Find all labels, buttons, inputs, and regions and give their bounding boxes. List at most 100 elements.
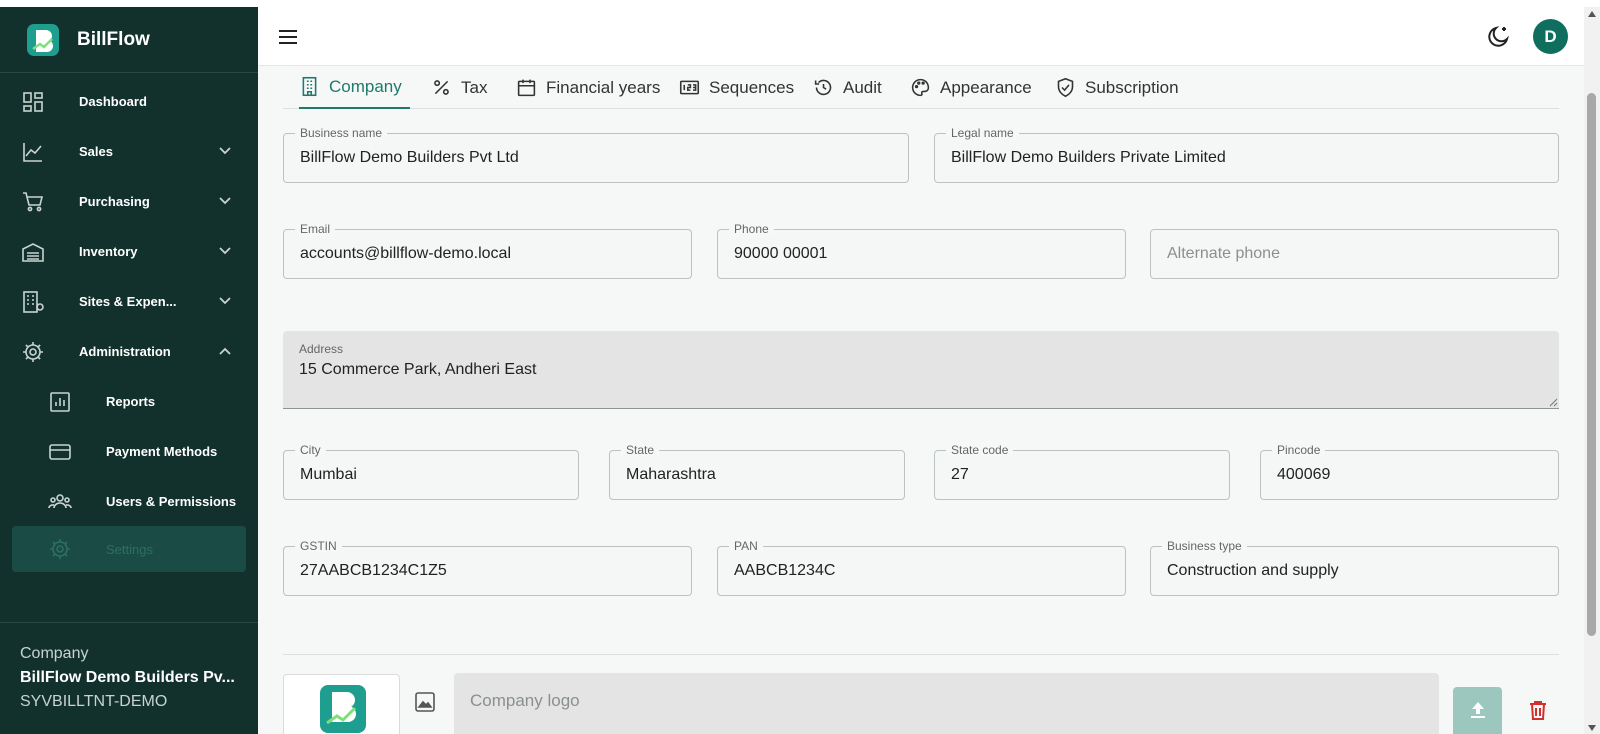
alternate-phone-input[interactable] [1167,230,1550,278]
legal-name-input[interactable] [951,134,1550,182]
sidebar: BillFlow Dashboard Sales Purchasing Inve… [0,7,258,734]
tab-appearance[interactable]: Appearance [910,66,1032,109]
tab-label: Financial years [546,77,661,97]
chevron-down-icon [219,247,231,255]
report-icon [50,392,70,412]
sidebar-item-reports[interactable]: Reports [0,376,258,426]
gstin-input[interactable] [300,547,683,595]
main-content: D Company Tax Financial years Sequences … [258,7,1584,734]
sidebar-item-label: Inventory [79,244,138,259]
image-icon [415,692,435,712]
billflow-logo-icon [320,685,366,733]
warehouse-icon [22,243,44,262]
state-input[interactable] [626,451,896,499]
alternate-phone-field[interactable] [1150,229,1559,279]
app-name: BillFlow [77,28,150,50]
phone-field[interactable]: Phone [717,222,1126,279]
tab-company[interactable]: Company [299,66,410,109]
company-name: BillFlow Demo Builders Pv... [20,669,235,686]
sidebar-item-label: Administration [79,344,171,359]
resize-handle-icon[interactable] [1549,398,1558,407]
history-icon [814,79,832,96]
pan-input[interactable] [734,547,1117,595]
address-field[interactable]: Address 15 Commerce Park, Andheri East [283,331,1559,409]
delete-logo-icon[interactable] [1526,698,1550,722]
percent-icon [434,80,449,95]
tab-tax[interactable]: Tax [431,66,487,109]
sequence-icon [679,80,700,95]
sidebar-item-dashboard[interactable]: Dashboard [0,76,258,126]
sidebar-item-label: Users & Permissions [106,494,237,509]
business-type-field[interactable]: Business type [1150,539,1559,596]
sidebar-item-payment-methods[interactable]: Payment Methods [0,426,258,476]
dark-mode-toggle-icon[interactable] [1485,24,1511,50]
sidebar-item-users-permissions[interactable]: Users & Permissions [0,476,258,526]
building-icon [302,76,317,97]
company-label: Company [20,645,89,662]
sidebar-nav: Dashboard Sales Purchasing Inventory Sit… [0,73,258,572]
settings-tabs: Company Tax Financial years Sequences Au… [283,66,1559,109]
tab-label: Subscription [1085,77,1179,97]
sidebar-item-sales[interactable]: Sales [0,126,258,176]
upload-logo-button[interactable] [1453,687,1502,734]
phone-input[interactable] [734,230,1117,278]
business-type-input[interactable] [1167,547,1550,595]
scroll-up-arrow-icon[interactable] [1588,11,1596,17]
business-name-input[interactable] [300,134,900,182]
state-code-field[interactable]: State code [934,443,1230,500]
top-strip [0,0,1600,7]
gear-icon [50,539,70,559]
sidebar-item-administration[interactable]: Administration [0,326,258,376]
users-icon [48,494,72,509]
shield-check-icon [1057,77,1074,98]
chevron-down-icon [219,297,231,305]
scroll-down-arrow-icon[interactable] [1588,725,1596,731]
city-input[interactable] [300,451,570,499]
gstin-field[interactable]: GSTIN [283,539,692,596]
company-switcher[interactable]: Company BillFlow Demo Builders Pv... SYV… [0,622,258,734]
company-logo-preview [283,674,400,734]
tab-label: Appearance [940,77,1032,97]
palette-icon [911,78,930,97]
tab-label: Company [329,76,402,96]
sidebar-item-settings[interactable]: Settings [12,526,246,572]
brand[interactable]: BillFlow [0,7,258,73]
sidebar-item-label: Payment Methods [106,444,218,459]
sidebar-item-label: Sites & Expen... [79,294,177,309]
email-field[interactable]: Email [283,222,692,279]
company-logo-field[interactable] [454,673,1439,734]
building-icon [23,291,44,313]
tab-sequences[interactable]: Sequences [679,66,794,109]
address-input[interactable]: 15 Commerce Park, Andheri East [299,361,1545,405]
pincode-field[interactable]: Pincode [1260,443,1559,500]
tab-label: Audit [843,77,882,97]
credit-card-icon [49,444,71,460]
company-logo-input[interactable] [470,673,1370,729]
scrollbar-thumb[interactable] [1587,93,1596,636]
business-name-field[interactable]: Business name [283,126,909,183]
tab-financial-years[interactable]: Financial years [516,66,660,109]
pincode-input[interactable] [1277,451,1550,499]
legal-name-field[interactable]: Legal name [934,126,1559,183]
sidebar-item-label: Sales [79,144,113,159]
user-avatar[interactable]: D [1533,19,1568,54]
tab-label: Tax [461,77,488,97]
tab-audit[interactable]: Audit [813,66,882,109]
address-label: Address [299,342,344,356]
sidebar-item-purchasing[interactable]: Purchasing [0,176,258,226]
pan-field[interactable]: PAN [717,539,1126,596]
sidebar-item-sites-expenses[interactable]: Sites & Expen... [0,276,258,326]
tab-subscription[interactable]: Subscription [1055,66,1179,109]
sidebar-item-inventory[interactable]: Inventory [0,226,258,276]
hamburger-menu-icon[interactable] [276,25,300,49]
chevron-down-icon [219,147,231,155]
page-scrollbar[interactable] [1584,7,1600,734]
calendar-icon [517,79,536,97]
state-code-input[interactable] [951,451,1221,499]
chevron-up-icon [219,347,231,355]
email-input[interactable] [300,230,683,278]
sidebar-item-label: Settings [106,542,153,557]
state-field[interactable]: State [609,443,905,500]
cart-icon [23,192,44,212]
city-field[interactable]: City [283,443,579,500]
